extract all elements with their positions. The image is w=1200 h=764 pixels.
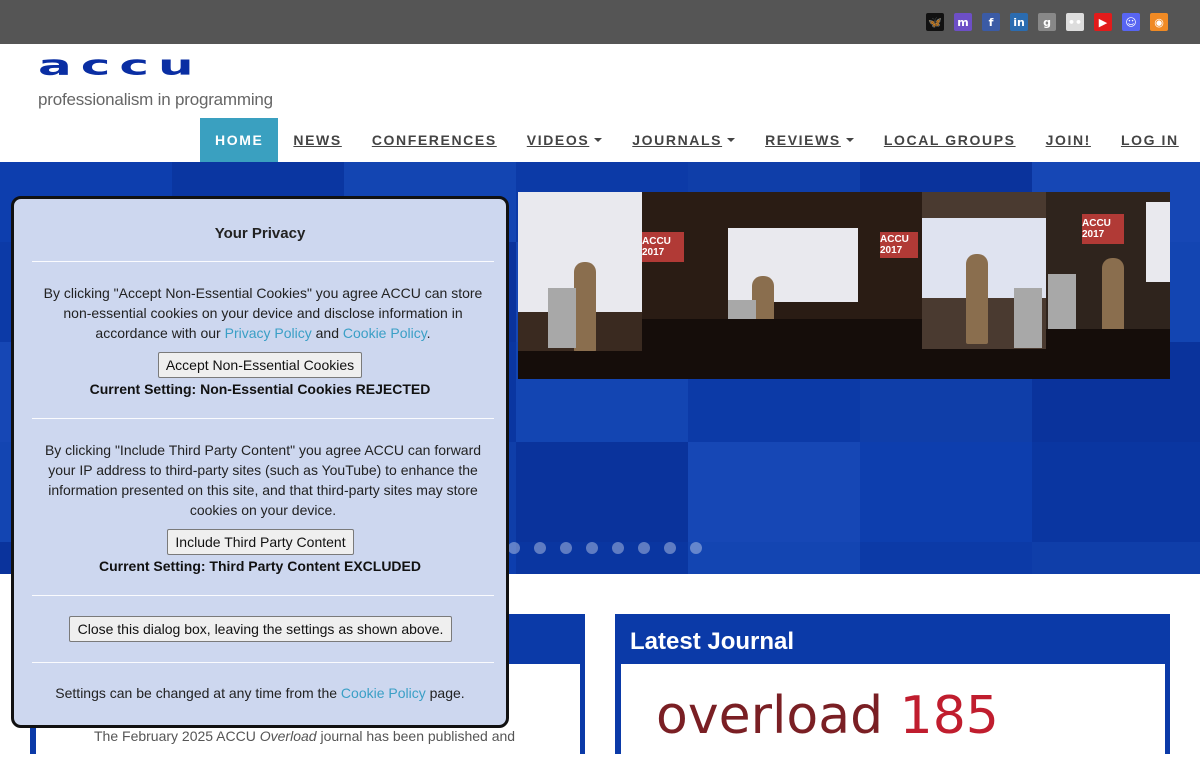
main-nav: HOME NEWS CONFERENCES VIDEOS JOURNALS REVIEWS… (200, 118, 1194, 162)
news-snippet-text: The February 2025 ACCU (94, 728, 260, 744)
journal-cover[interactable]: overload 185 (656, 690, 999, 742)
footer-text-end: page. (425, 685, 465, 701)
nav-join[interactable]: JOIN! (1031, 118, 1106, 162)
nav-videos[interactable]: VIDEOS (512, 118, 618, 162)
third-party-setting-status: Current Setting: Third Party Content EXC… (98, 558, 421, 574)
news-snippet-text-end: journal has been published and (316, 728, 516, 744)
hero-background-tile (688, 542, 860, 574)
cookies-setting-status: Current Setting: Non-Essential Cookies R… (89, 381, 431, 397)
carousel-dot[interactable] (690, 542, 702, 554)
photo-2-sign-right: ACCU 2017 (880, 232, 918, 258)
nav-label: LOG IN (1120, 132, 1179, 148)
latest-journal-title: Latest Journal (630, 628, 795, 655)
photo-1 (518, 192, 642, 379)
privacy-dialog-title: Your Privacy (214, 225, 306, 242)
logo-tagline: professionalism in programming (38, 90, 273, 109)
carousel-dot[interactable] (664, 542, 676, 554)
divider (32, 662, 494, 663)
carousel-dot[interactable] (534, 542, 546, 554)
social-links: 🦋 m f in g •• ▶ ☺ ◉ (926, 13, 1168, 31)
youtube-icon[interactable]: ▶ (1094, 13, 1112, 31)
logo-wordmark: accu (38, 49, 203, 82)
carousel-dot[interactable] (508, 542, 520, 554)
nav-label: CONFERENCES (371, 132, 497, 148)
nav-label: HOME (215, 132, 264, 148)
goodreads-icon[interactable]: g (1038, 13, 1056, 31)
conference-photo-strip: ACCU 2017 ACCU 2017 ACCU 2017 (518, 192, 1170, 379)
third-party-description: By clicking "Include Third Party Content… (44, 442, 482, 518)
caret-down-icon (727, 138, 736, 142)
nav-local-groups[interactable]: LOCAL GROUPS (869, 118, 1031, 162)
carousel-dots (508, 542, 702, 554)
divider (32, 418, 494, 419)
footer-text: Settings can be changed at any time from… (55, 685, 341, 701)
nav-label: LOCAL GROUPS (883, 132, 1016, 148)
linkedin-icon[interactable]: in (1010, 13, 1028, 31)
nav-home[interactable]: HOME (200, 118, 279, 162)
carousel-dot[interactable] (638, 542, 650, 554)
hero-background-tile (860, 542, 1032, 574)
cookie-policy-link[interactable]: Cookie Policy (343, 325, 427, 341)
facebook-icon[interactable]: f (982, 13, 1000, 31)
site-logo[interactable]: accu professionalism in programming (38, 49, 273, 110)
nav-label: VIDEOS (526, 132, 590, 148)
latest-journal-panel: Latest Journal overload 185 (615, 614, 1170, 764)
nav-log-in[interactable]: LOG IN (1106, 118, 1194, 162)
privacy-policy-link[interactable]: Privacy Policy (225, 325, 312, 341)
carousel-dot[interactable] (560, 542, 572, 554)
rss-icon[interactable]: ◉ (1150, 13, 1168, 31)
carousel-dot[interactable] (612, 542, 624, 554)
nav-reviews[interactable]: REVIEWS (750, 118, 869, 162)
bluesky-icon[interactable]: 🦋 (926, 13, 944, 31)
mastodon-icon[interactable]: m (954, 13, 972, 31)
carousel-dot[interactable] (586, 542, 598, 554)
nav-conferences[interactable]: CONFERENCES (357, 118, 512, 162)
latest-journal-body[interactable]: overload 185 (621, 664, 1165, 764)
divider (32, 595, 494, 596)
nav-label: NEWS (293, 132, 342, 148)
flickr-icon[interactable]: •• (1066, 13, 1084, 31)
nav-news[interactable]: NEWS (278, 118, 356, 162)
news-snippet: The February 2025 ACCU Overload journal … (94, 728, 515, 744)
accept-cookies-button[interactable]: Accept Non-Essential Cookies (158, 352, 362, 378)
privacy-dialog: Your Privacy By clicking "Accept Non-Ess… (11, 196, 509, 728)
photo-2-sign: ACCU 2017 (642, 232, 684, 262)
nav-journals[interactable]: JOURNALS (617, 118, 750, 162)
hero-background-tile (1032, 442, 1200, 542)
divider (32, 261, 494, 262)
period-text: . (426, 325, 431, 341)
journal-cover-word: overload (656, 686, 884, 746)
hero-background-tile (860, 442, 1032, 542)
close-dialog-button[interactable]: Close this dialog box, leaving the setti… (69, 616, 452, 642)
include-third-party-button[interactable]: Include Third Party Content (167, 529, 354, 555)
photo-3 (922, 192, 1046, 379)
photo-4-sign: ACCU 2017 (1082, 214, 1124, 244)
caret-down-icon (845, 138, 854, 142)
caret-down-icon (594, 138, 603, 142)
privacy-footer: Settings can be changed at any time from… (14, 685, 506, 701)
hero-background-tile (1032, 542, 1200, 574)
hero-background-tile (516, 442, 688, 542)
hero-background-tile (688, 442, 860, 542)
cookies-description: By clicking "Accept Non-Essential Cookie… (38, 283, 488, 343)
discord-icon[interactable]: ☺ (1122, 13, 1140, 31)
news-snippet-italic: Overload (259, 728, 317, 744)
photo-2: ACCU 2017 ACCU 2017 (642, 192, 922, 379)
photo-4: ACCU 2017 (1046, 192, 1170, 379)
journal-cover-number: 185 (899, 686, 999, 746)
nav-label: REVIEWS (765, 132, 841, 148)
nav-label: JOURNALS (632, 132, 723, 148)
nav-label: JOIN! (1045, 132, 1091, 148)
top-social-bar: 🦋 m f in g •• ▶ ☺ ◉ (0, 0, 1200, 44)
footer-cookie-policy-link[interactable]: Cookie Policy (341, 685, 426, 701)
and-text: and (311, 325, 343, 341)
